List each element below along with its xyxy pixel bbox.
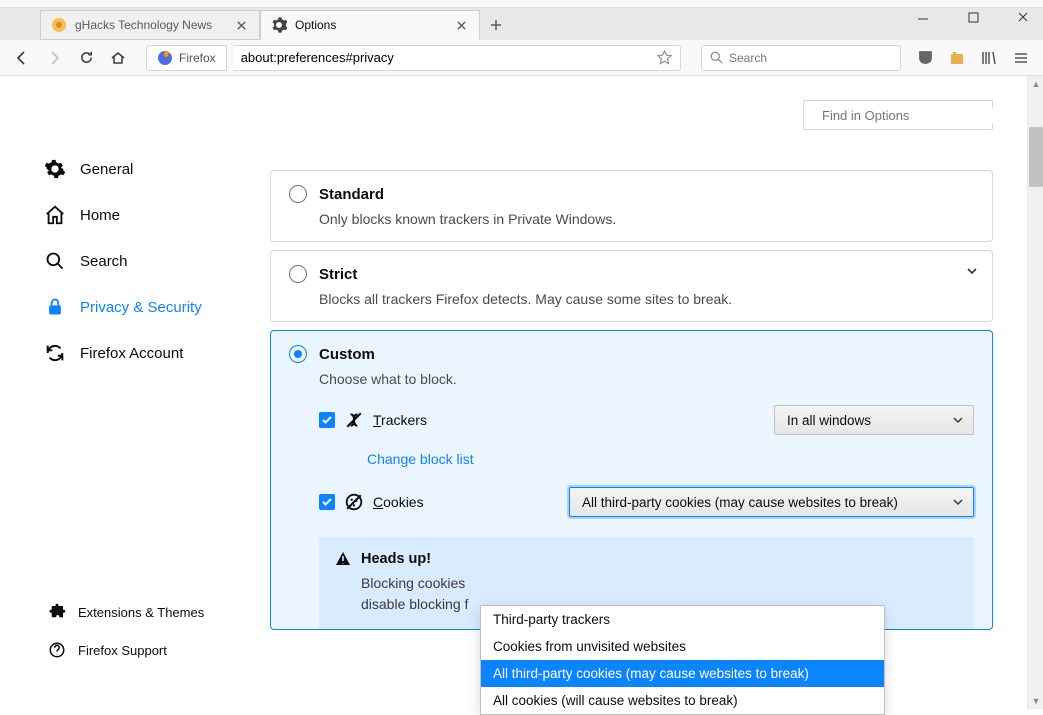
card-desc: Only blocks known trackers in Private Wi… (319, 211, 974, 227)
help-icon (48, 641, 66, 659)
dropdown-item[interactable]: Cookies from unvisited websites (481, 633, 884, 660)
select-value: All third-party cookies (may cause websi… (582, 495, 898, 510)
card-custom[interactable]: Custom Choose what to block. Trackers In… (270, 330, 993, 630)
minimize-button[interactable] (909, 3, 937, 31)
tab-ghacks[interactable]: gHacks Technology News (40, 10, 260, 40)
sidebar-item-extensions[interactable]: Extensions & Themes (0, 593, 260, 631)
sync-icon (44, 342, 66, 364)
caret-down-icon (953, 415, 963, 425)
back-button[interactable] (8, 44, 36, 72)
tab-label: Options (295, 18, 445, 32)
tab-options[interactable]: Options (260, 10, 480, 40)
sidebar-item-label: Home (80, 207, 120, 224)
warning-title-text: Heads up! (361, 551, 431, 567)
scrollbar-thumb[interactable] (1029, 127, 1043, 187)
window-controls (909, 3, 1037, 31)
scrollbar[interactable]: ▲ ▼ (1027, 76, 1043, 709)
search-icon (44, 250, 66, 272)
card-strict[interactable]: Strict Blocks all trackers Firefox detec… (270, 250, 993, 322)
find-in-options[interactable] (803, 100, 993, 130)
sidebar-item-privacy[interactable]: Privacy & Security (0, 284, 260, 330)
sidebar-item-support[interactable]: Firefox Support (0, 631, 260, 669)
card-title: Standard (319, 186, 384, 203)
close-icon[interactable] (233, 17, 249, 33)
card-title: Custom (319, 346, 375, 363)
forward-button[interactable] (40, 44, 68, 72)
tab-label: gHacks Technology News (75, 18, 225, 32)
sidebar: General Home Search Privacy & Security F… (0, 76, 260, 709)
option-label: Trackers (373, 412, 427, 428)
sidebar-item-general[interactable]: General (0, 146, 260, 192)
lock-icon (44, 296, 66, 318)
home-button[interactable] (104, 44, 132, 72)
search-bar[interactable] (701, 45, 901, 71)
maximize-button[interactable] (959, 3, 987, 31)
library-icon[interactable] (975, 44, 1003, 72)
preferences-page: General Home Search Privacy & Security F… (0, 76, 1043, 709)
change-block-list-link[interactable]: Change block list (367, 451, 974, 467)
scroll-down-icon[interactable]: ▼ (1028, 693, 1043, 709)
url-bar-container: Firefox (146, 45, 681, 71)
radio-strict[interactable] (289, 265, 307, 283)
option-trackers: Trackers In all windows (319, 405, 974, 435)
star-icon[interactable] (657, 50, 672, 65)
ublock-icon[interactable] (911, 44, 939, 72)
select-trackers[interactable]: In all windows (774, 405, 974, 435)
card-title: Strict (319, 266, 357, 283)
cookie-icon (345, 493, 363, 511)
close-icon[interactable] (453, 17, 469, 33)
radio-standard[interactable] (289, 185, 307, 203)
sidebar-item-label: Firefox Support (78, 643, 167, 658)
url-bar[interactable] (233, 45, 681, 71)
option-label: Cookies (373, 494, 424, 510)
dropdown-item[interactable]: Third-party trackers (481, 606, 884, 633)
option-cookies: Cookies All third-party cookies (may cau… (319, 487, 974, 517)
url-input[interactable] (241, 50, 657, 65)
sidebar-item-label: Privacy & Security (80, 299, 202, 316)
gear-icon (271, 17, 287, 33)
firefox-icon (157, 50, 173, 66)
tracker-icon (345, 411, 363, 429)
warning-icon (335, 551, 351, 567)
sidebar-item-home[interactable]: Home (0, 192, 260, 238)
new-tab-button[interactable] (480, 10, 512, 40)
find-input[interactable] (822, 108, 998, 123)
favicon-ghacks (51, 17, 67, 33)
sidebar-item-label: Firefox Account (80, 345, 183, 362)
scroll-up-icon[interactable]: ▲ (1028, 76, 1043, 92)
tab-strip: gHacks Technology News Options (0, 8, 1043, 40)
close-window-button[interactable] (1009, 3, 1037, 31)
reload-button[interactable] (72, 44, 100, 72)
dropdown-item[interactable]: All third-party cookies (may cause websi… (481, 660, 884, 687)
checkbox-cookies[interactable] (319, 494, 335, 510)
extension-icon[interactable] (943, 44, 971, 72)
cookies-dropdown: Third-party trackers Cookies from unvisi… (480, 605, 885, 715)
search-icon (710, 51, 723, 64)
gear-icon (44, 158, 66, 180)
dropdown-item[interactable]: All cookies (will cause websites to brea… (481, 687, 884, 714)
chevron-down-icon[interactable] (966, 265, 978, 277)
identity-label: Firefox (179, 51, 216, 65)
titlebar (0, 0, 1043, 8)
sidebar-item-label: Search (80, 253, 128, 270)
puzzle-icon (48, 603, 66, 621)
checkbox-trackers[interactable] (319, 412, 335, 428)
sidebar-item-search[interactable]: Search (0, 238, 260, 284)
select-cookies[interactable]: All third-party cookies (may cause websi… (569, 487, 974, 517)
card-standard[interactable]: Standard Only blocks known trackers in P… (270, 170, 993, 242)
card-desc: Choose what to block. (319, 371, 974, 387)
nav-toolbar: Firefox (0, 40, 1043, 76)
sidebar-item-label: Extensions & Themes (78, 605, 204, 620)
search-input[interactable] (729, 51, 892, 65)
card-desc: Blocks all trackers Firefox detects. May… (319, 291, 974, 307)
select-value: In all windows (787, 413, 871, 428)
menu-icon[interactable] (1007, 44, 1035, 72)
identity-box[interactable]: Firefox (146, 45, 227, 71)
sidebar-bottom: Extensions & Themes Firefox Support (0, 593, 260, 689)
radio-custom[interactable] (289, 345, 307, 363)
sidebar-item-label: General (80, 161, 133, 178)
caret-down-icon (953, 497, 963, 507)
home-icon (44, 204, 66, 226)
sidebar-item-account[interactable]: Firefox Account (0, 330, 260, 376)
